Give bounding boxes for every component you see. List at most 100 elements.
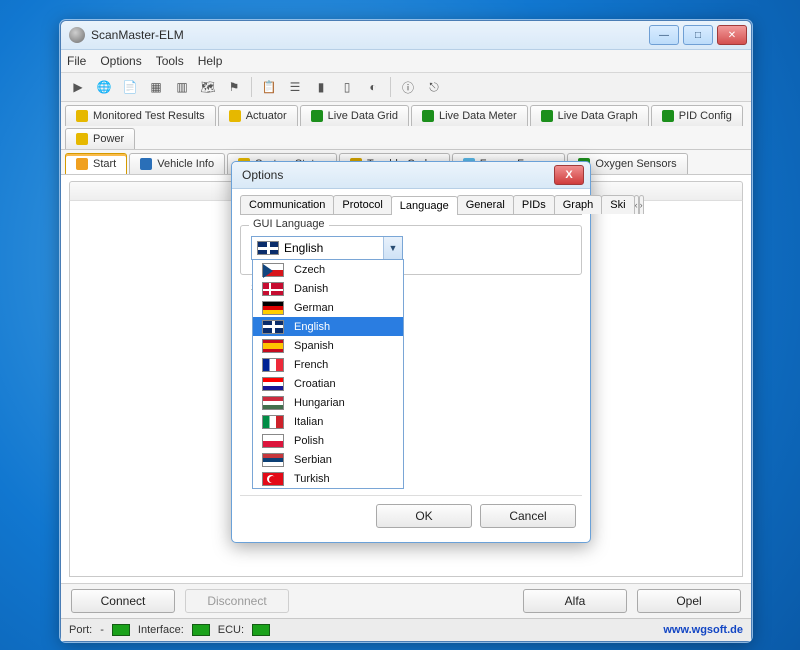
tab-label: Monitored Test Results [93, 110, 205, 122]
language-option-label: Danish [294, 283, 328, 295]
dialog-tab-language[interactable]: Language [391, 196, 458, 215]
language-option-label: Polish [294, 435, 324, 447]
chevron-down-icon[interactable]: ▼ [383, 237, 402, 259]
menubar: File Options Tools Help [61, 50, 751, 73]
pl-flag-icon [262, 434, 284, 448]
toolbar-dial-icon[interactable]: ◐ [362, 76, 384, 98]
toolbar-run-icon[interactable]: ▶ [67, 76, 89, 98]
ok-button[interactable]: OK [376, 504, 472, 528]
hr-flag-icon [262, 377, 284, 391]
language-option-turkish[interactable]: Turkish [253, 469, 403, 488]
dialog-button-row: OK Cancel [240, 495, 582, 536]
tab-start[interactable]: Start [65, 153, 127, 174]
toolbar-info-icon[interactable]: ⓘ [397, 76, 419, 98]
toolbar-grid-icon[interactable]: ▦ [145, 76, 167, 98]
tr-flag-icon [262, 472, 284, 486]
tab-icon [76, 110, 88, 122]
tab-icon [76, 133, 88, 145]
close-button[interactable]: ✕ [717, 25, 747, 45]
tab-pid-config[interactable]: PID Config [651, 105, 743, 126]
titlebar[interactable]: ScanMaster-ELM — □ ✕ [61, 21, 751, 50]
tab-scroll-left[interactable]: ‹ [634, 195, 639, 214]
tab-vehicle-info[interactable]: Vehicle Info [129, 153, 225, 174]
tab-scroll-right[interactable]: › [639, 195, 644, 214]
tab-label: Actuator [246, 110, 287, 122]
dialog-tab-communication[interactable]: Communication [240, 195, 334, 214]
dialog-tab-general[interactable]: General [457, 195, 514, 214]
status-bar: Port: - Interface: ECU: www.wgsoft.de [61, 618, 751, 641]
tab-actuator[interactable]: Actuator [218, 105, 298, 126]
cancel-button[interactable]: Cancel [480, 504, 576, 528]
dialog-close-button[interactable]: X [554, 165, 584, 185]
language-option-croatian[interactable]: Croatian [253, 374, 403, 393]
language-option-french[interactable]: French [253, 355, 403, 374]
tab-power[interactable]: Power [65, 128, 135, 149]
tab-live-data-meter[interactable]: Live Data Meter [411, 105, 528, 126]
toolbar-exit-icon[interactable]: ⎋ [423, 76, 445, 98]
status-site-link[interactable]: www.wgsoft.de [663, 624, 743, 636]
toolbar-battery-icon[interactable]: ▯ [336, 76, 358, 98]
language-option-label: English [294, 321, 330, 333]
tab-live-data-grid[interactable]: Live Data Grid [300, 105, 409, 126]
disconnect-button: Disconnect [185, 589, 289, 613]
dialog-tab-graph[interactable]: Graph [554, 195, 603, 214]
dialog-tab-protocol[interactable]: Protocol [333, 195, 391, 214]
tab-monitored-test-results[interactable]: Monitored Test Results [65, 105, 216, 126]
tab-icon [140, 158, 152, 170]
tab-icon [541, 110, 553, 122]
language-option-label: French [294, 359, 328, 371]
language-option-english[interactable]: English [253, 317, 403, 336]
tab-icon [422, 110, 434, 122]
language-option-label: Czech [294, 264, 325, 276]
language-option-serbian[interactable]: Serbian [253, 450, 403, 469]
status-ecu-led [252, 624, 270, 636]
tab-label: Live Data Grid [328, 110, 398, 122]
cz-flag-icon [262, 263, 284, 277]
maximize-button[interactable]: □ [683, 25, 713, 45]
menu-options[interactable]: Options [100, 54, 141, 68]
status-port-label: Port: [69, 624, 92, 636]
toolbar-map-icon[interactable]: 🗺 [197, 76, 219, 98]
tab-icon [662, 110, 674, 122]
language-option-hungarian[interactable]: Hungarian [253, 393, 403, 412]
gui-language-group: GUI Language English ▼ CzechDanishGerman… [240, 225, 582, 275]
opel-button[interactable]: Opel [637, 589, 741, 613]
tab-live-data-graph[interactable]: Live Data Graph [530, 105, 649, 126]
toolbar-copy-icon[interactable]: 📋 [258, 76, 280, 98]
toolbar-list-icon[interactable]: ☰ [284, 76, 306, 98]
tab-label: Live Data Meter [439, 110, 517, 122]
language-option-polish[interactable]: Polish [253, 431, 403, 450]
language-option-german[interactable]: German [253, 298, 403, 317]
toolbar-meter-icon[interactable]: ▥ [171, 76, 193, 98]
toolbar-terminal-icon[interactable]: ▮ [310, 76, 332, 98]
dialog-titlebar[interactable]: Options X [232, 162, 590, 189]
de-flag-icon [262, 301, 284, 315]
tab-label: Start [93, 158, 116, 170]
language-option-czech[interactable]: Czech [253, 260, 403, 279]
toolbar-globe-icon[interactable]: 🌐 [93, 76, 115, 98]
status-port-led [112, 624, 130, 636]
tab-label: Oxygen Sensors [595, 158, 676, 170]
tab-icon [76, 158, 88, 170]
toolbar-separator [390, 77, 391, 97]
connect-button[interactable]: Connect [71, 589, 175, 613]
language-option-label: Italian [294, 416, 323, 428]
language-option-italian[interactable]: Italian [253, 412, 403, 431]
tab-icon [311, 110, 323, 122]
minimize-button[interactable]: — [649, 25, 679, 45]
it-flag-icon [262, 415, 284, 429]
menu-help[interactable]: Help [198, 54, 223, 68]
toolbar-doc-icon[interactable]: 📄 [119, 76, 141, 98]
alfa-button[interactable]: Alfa [523, 589, 627, 613]
language-option-danish[interactable]: Danish [253, 279, 403, 298]
toolbar: ▶ 🌐 📄 ▦ ▥ 🗺 ⚑ 📋 ☰ ▮ ▯ ◐ ⓘ ⎋ [61, 73, 751, 102]
menu-file[interactable]: File [67, 54, 86, 68]
menu-tools[interactable]: Tools [156, 54, 184, 68]
dialog-tab-pids[interactable]: PIDs [513, 195, 555, 214]
dialog-tab-ski[interactable]: Ski [601, 195, 634, 214]
fr-flag-icon [262, 358, 284, 372]
language-dropdown[interactable]: English ▼ CzechDanishGermanEnglishSpanis… [251, 236, 403, 260]
toolbar-flag-icon[interactable]: ⚑ [223, 76, 245, 98]
tab-icon [229, 110, 241, 122]
language-option-spanish[interactable]: Spanish [253, 336, 403, 355]
